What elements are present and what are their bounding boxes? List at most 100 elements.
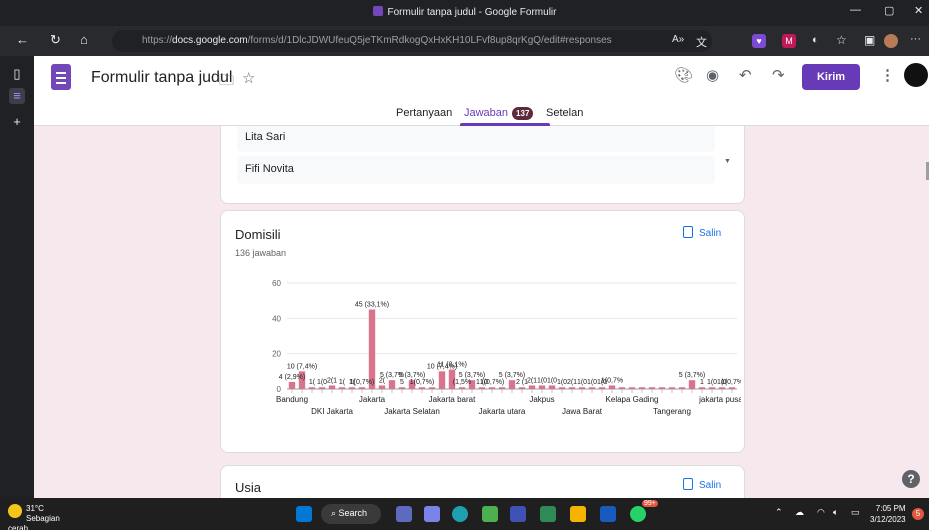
preview-eye-icon[interactable]: ◉ bbox=[706, 66, 719, 84]
collections-icon[interactable]: ▣ bbox=[864, 33, 875, 47]
data-label: 2(1 bbox=[527, 377, 537, 384]
responses-content[interactable]: Lita Sari Fifi Novita ▼ Domisili 136 jaw… bbox=[34, 126, 929, 498]
notification-badge[interactable]: 5 bbox=[912, 508, 924, 520]
data-label: 1(0 bbox=[587, 379, 597, 386]
y-tick-label: 0 bbox=[277, 385, 282, 394]
star-icon[interactable]: ☆ bbox=[242, 69, 255, 87]
data-label: 1 bbox=[700, 379, 704, 386]
windows-taskbar: 31°C Sebagian cerah ⌕ Search 99+ ⌃ ☁ ◠ 🔈… bbox=[0, 498, 929, 530]
copy-icon bbox=[683, 226, 693, 238]
word-icon[interactable] bbox=[600, 506, 616, 522]
extension-c-icon[interactable]: ◐ bbox=[812, 34, 819, 46]
close-button[interactable]: ✕ bbox=[914, 4, 923, 17]
whatsapp-icon[interactable] bbox=[630, 506, 646, 522]
x-tick-label: DKI Jakarta bbox=[311, 407, 353, 416]
data-label: 2(1 bbox=[567, 379, 577, 386]
data-label: 4 (2,9%) bbox=[279, 374, 305, 381]
chart-bar bbox=[718, 387, 726, 389]
chart-bar bbox=[648, 387, 656, 389]
extension-m-icon[interactable]: M bbox=[782, 34, 796, 48]
back-icon[interactable]: ← bbox=[16, 32, 29, 47]
favorites-icon[interactable]: ☆ bbox=[836, 33, 847, 47]
data-label: 1(0 bbox=[707, 379, 717, 386]
more-vert-icon[interactable]: ⋮ bbox=[880, 66, 895, 84]
maximize-button[interactable]: ▢ bbox=[884, 4, 894, 17]
list-scrollbar[interactable]: ▼ bbox=[721, 126, 735, 174]
tab-jawaban[interactable]: PertanyaanJawaban137 bbox=[464, 107, 534, 120]
data-label: 1(0 bbox=[537, 377, 547, 384]
help-icon[interactable]: ? bbox=[902, 470, 920, 488]
chart-bar bbox=[668, 387, 676, 389]
avatar[interactable] bbox=[904, 63, 928, 87]
chat-icon[interactable] bbox=[482, 506, 498, 522]
weather-icon bbox=[8, 504, 22, 518]
minimize-button[interactable]: — bbox=[850, 4, 861, 16]
forms-tab-icon[interactable]: ≡ bbox=[9, 88, 25, 104]
chart-bar bbox=[568, 387, 576, 389]
data-label: 45 (33,1%) bbox=[355, 302, 389, 309]
volume-icon[interactable]: 🔈︎ bbox=[833, 507, 838, 518]
tab-actions-icon[interactable]: ▯ bbox=[9, 66, 25, 82]
x-tick-label: Jakarta utara bbox=[479, 407, 526, 416]
copy-chart-button[interactable]: Salin bbox=[683, 478, 721, 491]
new-tab-icon[interactable]: + bbox=[9, 114, 25, 130]
clock[interactable]: 7:05 PM 3/12/2023 bbox=[870, 503, 906, 525]
chart-bar bbox=[318, 387, 326, 389]
chart-bar bbox=[428, 387, 436, 389]
data-label: 2(1 bbox=[327, 377, 337, 384]
onedrive-icon[interactable]: ☁ bbox=[795, 507, 804, 518]
customize-theme-icon[interactable]: 🎨︎ bbox=[674, 66, 693, 84]
reload-icon[interactable]: ↻ bbox=[50, 32, 61, 48]
copy-chart-button[interactable]: Salin bbox=[683, 226, 721, 239]
undo-icon[interactable]: ↶ bbox=[739, 66, 752, 84]
question-title: Usia bbox=[235, 480, 262, 495]
taskbar-search[interactable]: ⌕ Search bbox=[321, 504, 381, 524]
store-icon[interactable] bbox=[540, 506, 556, 522]
chart-bar bbox=[458, 387, 466, 389]
calculator-icon[interactable] bbox=[510, 506, 526, 522]
folder-icon[interactable]: 🗀︎ bbox=[219, 70, 234, 95]
weather-widget[interactable]: 31°C Sebagian cerah bbox=[8, 504, 64, 530]
address-bar[interactable]: https://docs.google.com/forms/d/1DlcJDWU… bbox=[112, 30, 712, 52]
task-view-icon[interactable] bbox=[396, 506, 412, 522]
scroll-down-icon[interactable]: ▼ bbox=[724, 158, 731, 165]
tab-setelan[interactable]: Setelan bbox=[546, 107, 583, 119]
windows-start-icon[interactable] bbox=[296, 506, 312, 522]
data-label: (1,5% bbox=[453, 379, 471, 386]
whatsapp-badge: 99+ bbox=[642, 500, 658, 507]
tab-pertanyaan[interactable]: Pertanyaan bbox=[396, 107, 452, 119]
wifi-icon[interactable]: ◠ bbox=[817, 507, 825, 518]
form-title[interactable]: Formulir tanpa judul bbox=[91, 69, 232, 87]
home-icon[interactable]: ⌂ bbox=[80, 32, 88, 47]
battery-icon[interactable]: ▭ bbox=[851, 507, 860, 518]
list-item: Lita Sari bbox=[237, 126, 715, 152]
profile-icon[interactable] bbox=[884, 34, 898, 48]
read-aloud-icon[interactable]: A» bbox=[672, 34, 684, 45]
response-count-badge: 137 bbox=[512, 107, 534, 120]
domisili-summary-card: Domisili 136 jawaban Salin 0 20 40 60 4 (2,9… bbox=[220, 210, 745, 453]
chart-bar bbox=[358, 387, 366, 389]
chart-bar bbox=[418, 387, 426, 389]
translate-icon[interactable]: 文 bbox=[696, 34, 707, 50]
chart-bar bbox=[618, 387, 626, 389]
more-options-icon[interactable]: ··· bbox=[910, 33, 921, 45]
redo-icon[interactable]: ↷ bbox=[772, 66, 785, 84]
chart-bar bbox=[728, 387, 736, 389]
chart-bar bbox=[628, 387, 636, 389]
chart-bar bbox=[658, 387, 666, 389]
data-label: 5 (3,7%) bbox=[499, 372, 525, 379]
tray-expand-icon[interactable]: ⌃ bbox=[775, 507, 783, 518]
list-item: Fifi Novita bbox=[237, 156, 715, 184]
send-button[interactable]: Kirim bbox=[802, 64, 860, 90]
name-response-card: Lita Sari Fifi Novita ▼ bbox=[220, 126, 745, 204]
extension-icon[interactable]: ♥ bbox=[752, 34, 766, 48]
google-forms-logo-icon[interactable] bbox=[51, 64, 71, 90]
chart-bar bbox=[608, 385, 616, 389]
x-tick-label: Jakpus bbox=[529, 395, 554, 404]
x-tick-label: jakarta pusat bbox=[698, 395, 741, 404]
teams-icon[interactable] bbox=[424, 506, 440, 522]
x-tick-label: Kelapa Gading bbox=[606, 395, 659, 404]
edge-browser-icon[interactable] bbox=[452, 506, 468, 522]
file-explorer-icon[interactable] bbox=[570, 506, 586, 522]
chart-bar bbox=[548, 385, 556, 389]
